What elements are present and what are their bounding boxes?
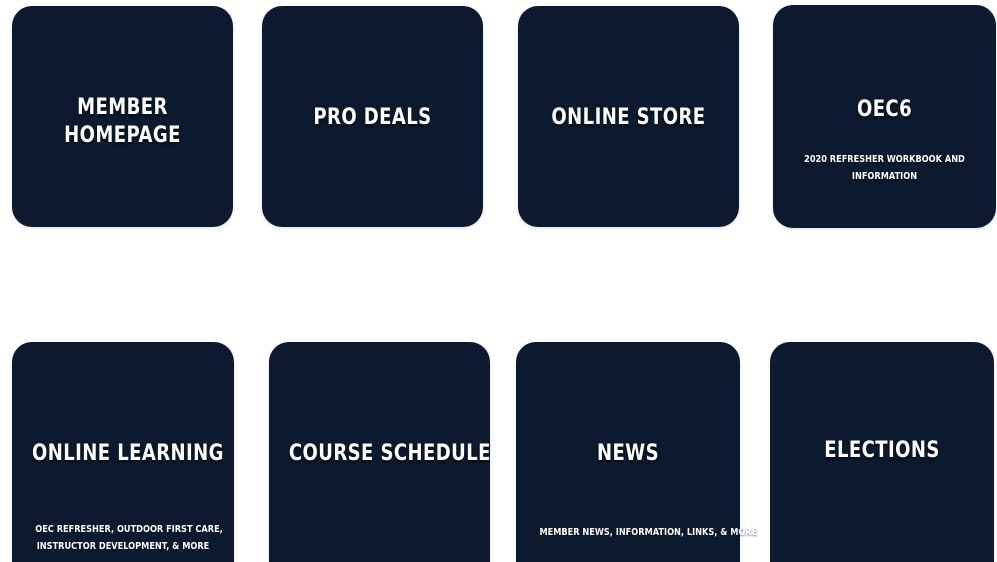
tile-title-line: ONLINE LEARNING [31,441,224,466]
tile-subtitle-line: 2020 REFRESHER WORKBOOK AND [804,154,965,165]
tile-subtitle-line: MEMBER NEWS, INFORMATION, LINKS, & MORE [539,527,758,538]
tile-online-store[interactable]: ONLINE STORE [518,6,739,227]
tile-title-line: ELECTIONS [824,438,940,463]
tile-title-line: ONLINE STORE [551,105,706,130]
tile-news[interactable]: NEWS MEMBER NEWS, INFORMATION, LINKS, & … [516,342,758,562]
tile-title: ONLINE STORE [538,104,719,132]
tile-title: MEMBER HOMEPAGE [32,94,213,150]
tile-title-line: HOMEPAGE [64,123,181,148]
tile-subtitle-line: INSTRUCTOR DEVELOPMENT, & MORE [36,541,210,552]
tile-title: COURSE SCHEDULE [288,440,491,468]
tile-subtitle: OEC REFRESHER, OUTDOOR FIRST CARE, INSTR… [32,521,223,555]
tile-title-line: COURSE SCHEDULE [288,441,491,466]
tile-title: ONLINE LEARNING [31,440,224,468]
tile-title-line: PRO DEALS [313,105,432,130]
tile-title: NEWS [536,440,720,468]
tile-title-line: OEC6 [856,97,913,122]
tile-elections[interactable]: ELECTIONS [770,342,994,562]
tile-title: PRO DEALS [282,104,463,132]
tile-course-schedule[interactable]: COURSE SCHEDULE [269,342,490,562]
tile-title-line: NEWS [597,441,659,466]
tile-subtitle-line: OEC REFRESHER, OUTDOOR FIRST CARE, [35,524,223,535]
tile-title: ELECTIONS [790,437,974,465]
tile-pro-deals[interactable]: PRO DEALS [262,6,483,227]
tile-online-learning[interactable]: ONLINE LEARNING OEC REFRESHER, OUTDOOR F… [12,342,234,562]
tile-title-line: MEMBER [77,95,168,120]
tile-member-homepage[interactable]: MEMBER HOMEPAGE [12,6,233,227]
tile-oec6[interactable]: OEC6 2020 REFRESHER WORKBOOK AND INFORMA… [773,5,996,228]
tile-subtitle: 2020 REFRESHER WORKBOOK AND INFORMATION [793,151,976,185]
tile-subtitle: MEMBER NEWS, INFORMATION, LINKS, & MORE [536,524,758,541]
tile-title: OEC6 [793,96,976,124]
tile-subtitle-line: INFORMATION [851,171,918,182]
